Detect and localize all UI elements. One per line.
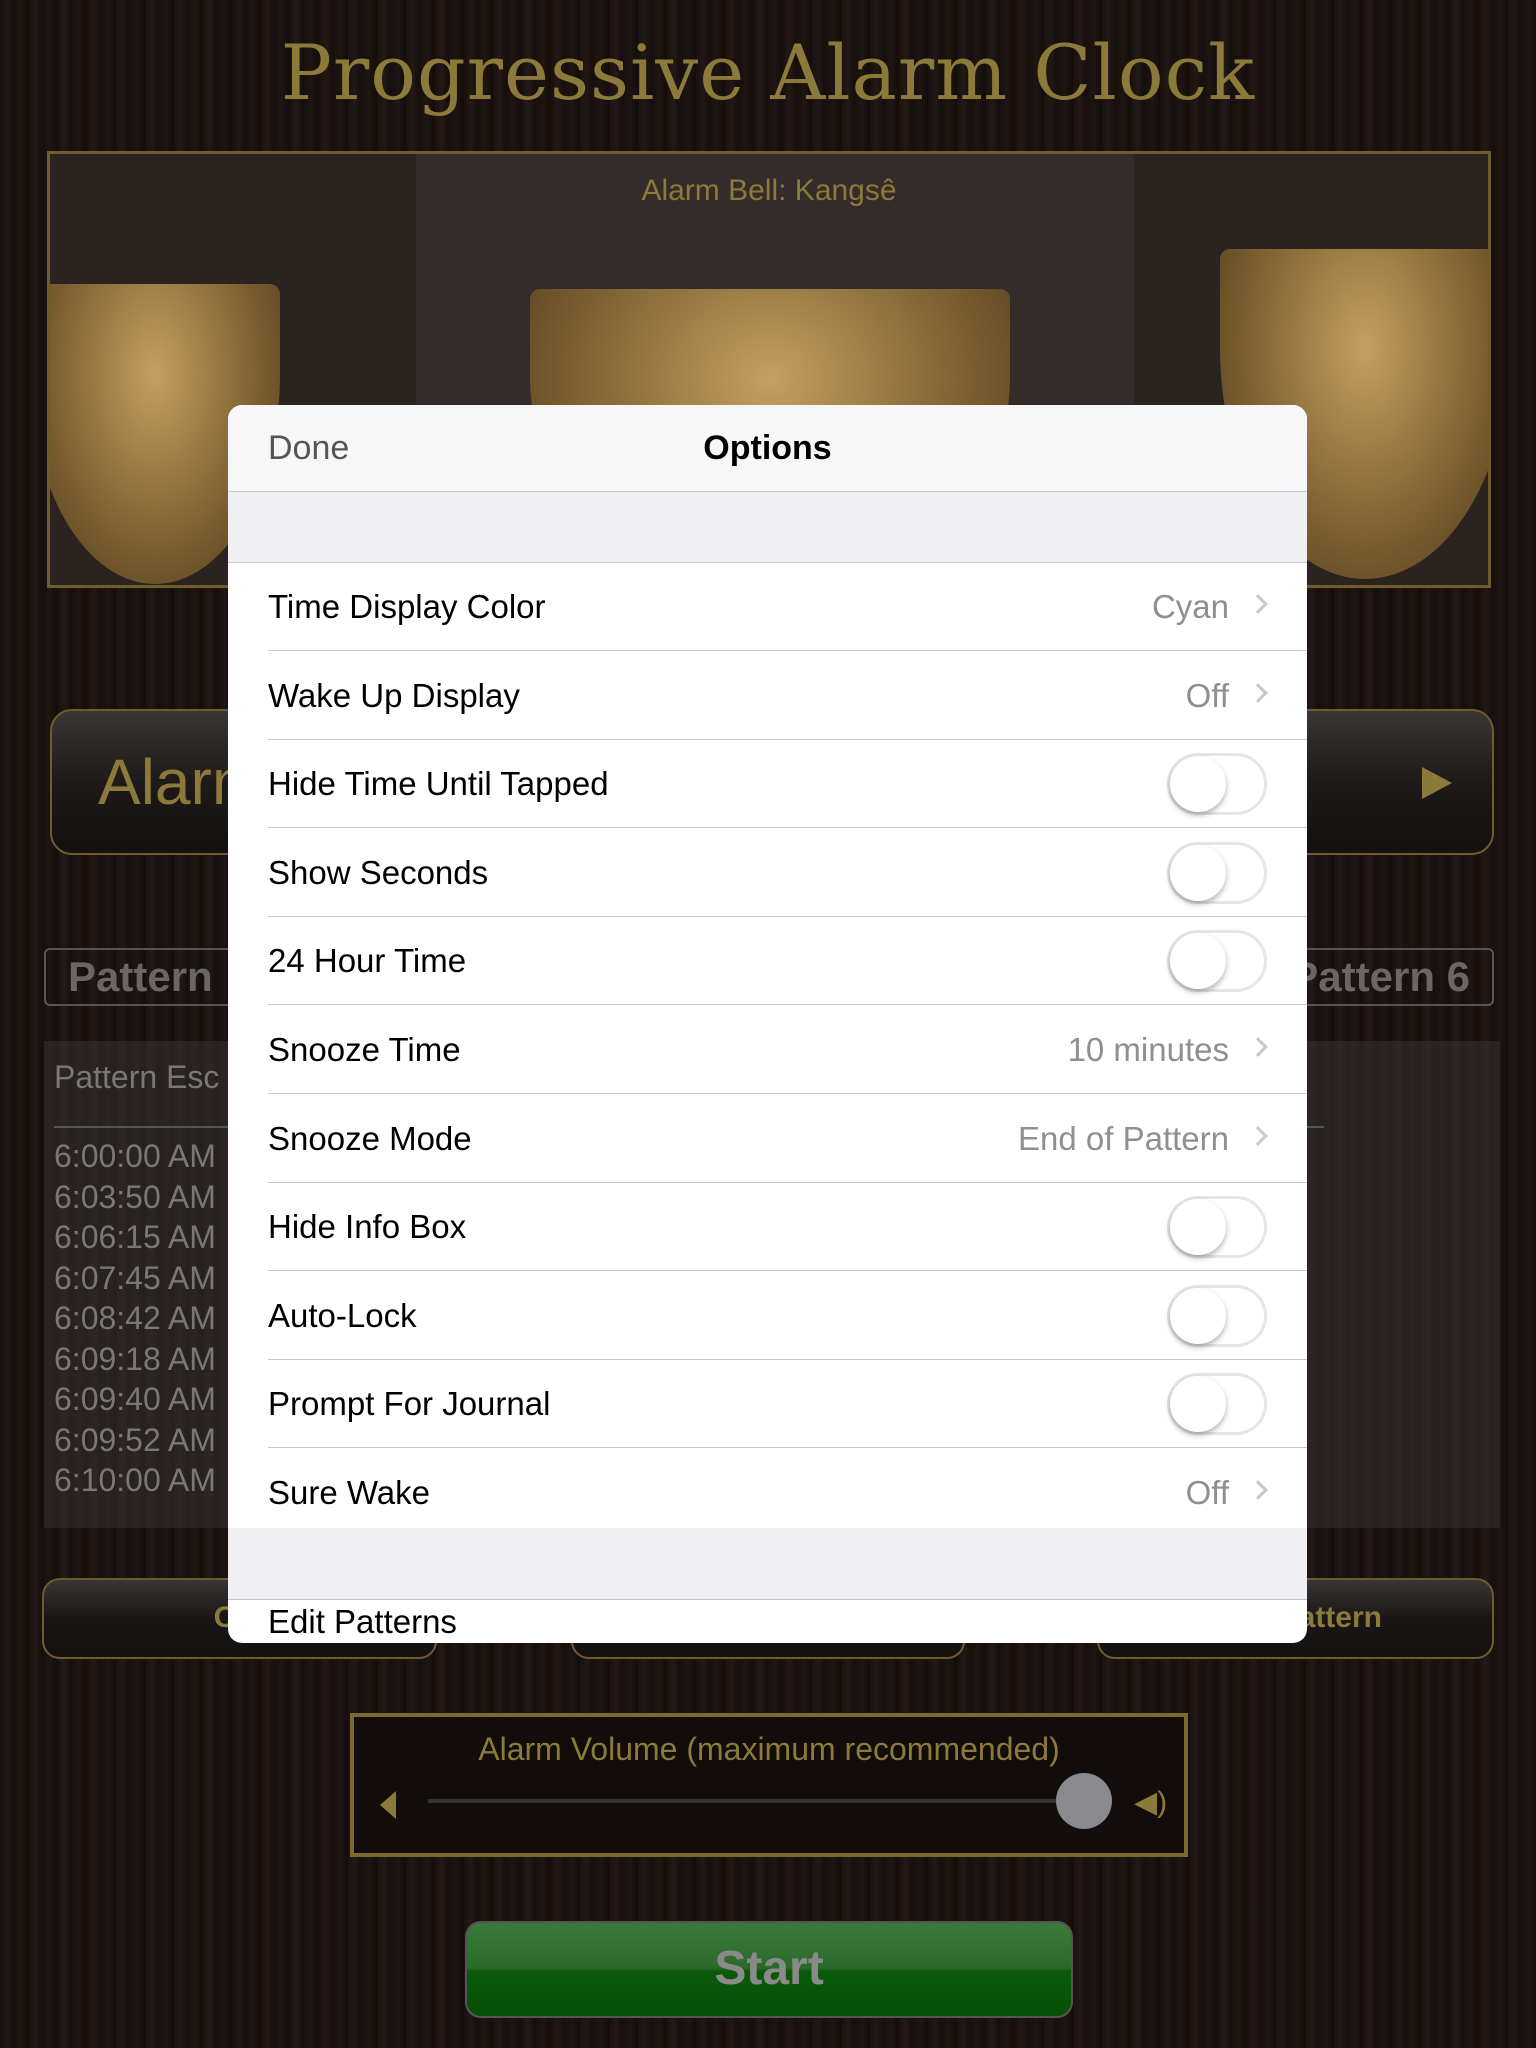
row-label: Auto-Lock [268, 1296, 417, 1334]
row-label: Hide Info Box [268, 1208, 467, 1246]
options-row-edit-patterns[interactable]: Edit Patterns [228, 1600, 1307, 1643]
section-gap [228, 492, 1307, 563]
pattern-time: 6:03:50 AM [54, 1179, 216, 1215]
modal-header: Done Options [228, 405, 1307, 492]
section-gap [228, 1528, 1307, 1600]
toggle-knob [1170, 1287, 1226, 1344]
volume-slider-thumb[interactable] [1056, 1773, 1112, 1829]
toggle-knob [1170, 844, 1226, 901]
row-value: 10 minutes [1067, 1031, 1229, 1068]
chevron-right-icon [1248, 1037, 1268, 1057]
options-modal: Done Options Time Display Color Cyan Wake … [228, 405, 1307, 1643]
options-row-sure-wake[interactable]: Sure Wake Off [228, 1449, 1307, 1537]
start-button-label: Start [714, 1942, 824, 1995]
options-row-wake-up-display[interactable]: Wake Up Display Off [228, 652, 1307, 740]
toggle-knob [1170, 1199, 1226, 1256]
pattern-tab-label: Pattern 6 [1290, 953, 1470, 1000]
row-label: Wake Up Display [268, 676, 520, 714]
toggle-switch[interactable] [1167, 1196, 1267, 1259]
volume-label: Alarm Volume (maximum recommended) [478, 1731, 1060, 1767]
options-row-24-hour-time[interactable]: 24 Hour Time [228, 917, 1307, 1006]
pattern-time: 6:00:00 AM [54, 1138, 216, 1174]
alarm-volume-panel: Alarm Volume (maximum recommended) ◀) [350, 1713, 1188, 1857]
row-value: Off [1185, 676, 1229, 714]
pattern-button-label: attern [1298, 1601, 1382, 1634]
row-label: Time Display Color [268, 588, 546, 625]
toggle-knob [1170, 756, 1226, 813]
alarm-bell-caption: Alarm Bell: Kangsê [641, 174, 897, 207]
toggle-switch[interactable] [1167, 930, 1267, 993]
pattern-tab-label: Pattern [68, 953, 213, 1000]
options-row-prompt-for-journal[interactable]: Prompt For Journal [228, 1360, 1307, 1449]
pattern-time: 6:10:00 AM [54, 1462, 216, 1498]
chevron-right-icon [1248, 1480, 1268, 1500]
toggle-switch[interactable] [1167, 841, 1267, 904]
row-label: Prompt For Journal [268, 1385, 551, 1423]
volume-slider[interactable] [428, 1799, 1068, 1803]
toggle-switch[interactable] [1167, 753, 1267, 816]
row-value: Off [1185, 1474, 1229, 1511]
pattern-time: 6:09:18 AM [54, 1341, 216, 1377]
row-label: Edit Patterns [268, 1603, 457, 1640]
row-label: Show Seconds [268, 853, 489, 891]
chevron-right-icon [1248, 682, 1268, 703]
options-row-auto-lock[interactable]: Auto-Lock [228, 1272, 1307, 1360]
done-button[interactable]: Done [268, 405, 349, 492]
pattern-time: 6:08:42 AM [54, 1300, 216, 1336]
row-label: Sure Wake [268, 1474, 431, 1511]
volume-low-icon [380, 1791, 396, 1819]
row-label: Hide Time Until Tapped [268, 765, 609, 803]
toggle-knob [1170, 1376, 1226, 1433]
chevron-right-icon [1248, 1125, 1268, 1146]
pattern-label: Pattern Esc [54, 1059, 220, 1095]
toggle-knob [1170, 933, 1226, 990]
row-label: Snooze Mode [268, 1119, 472, 1157]
chevron-right-icon [1248, 594, 1268, 614]
pattern-time: 6:09:40 AM [54, 1381, 216, 1417]
volume-high-icon: ◀) [1134, 1786, 1168, 1819]
options-row-time-display-color[interactable]: Time Display Color Cyan [228, 563, 1307, 651]
options-row-hide-time-until-tapped[interactable]: Hide Time Until Tapped [228, 740, 1307, 829]
start-button[interactable]: Start [465, 1921, 1073, 2018]
pattern-time: 6:06:15 AM [54, 1219, 216, 1255]
play-icon [1422, 767, 1452, 799]
row-value: Cyan [1151, 588, 1229, 625]
app-title: Progressive Alarm Clock [280, 28, 1256, 117]
options-row-hide-info-box[interactable]: Hide Info Box [228, 1183, 1307, 1272]
pattern-time: 6:07:45 AM [54, 1260, 216, 1296]
row-label: 24 Hour Time [268, 942, 467, 980]
options-row-show-seconds[interactable]: Show Seconds [228, 829, 1307, 917]
toggle-switch[interactable] [1167, 1284, 1267, 1347]
row-value: End of Pattern [1018, 1119, 1229, 1157]
row-label: Snooze Time [268, 1031, 461, 1068]
options-row-snooze-time[interactable]: Snooze Time 10 minutes [228, 1006, 1307, 1094]
pattern-time: 6:09:52 AM [54, 1422, 216, 1458]
options-row-snooze-mode[interactable]: Snooze Mode End of Pattern [228, 1095, 1307, 1183]
modal-title: Options [703, 429, 832, 467]
toggle-switch[interactable] [1167, 1373, 1267, 1436]
